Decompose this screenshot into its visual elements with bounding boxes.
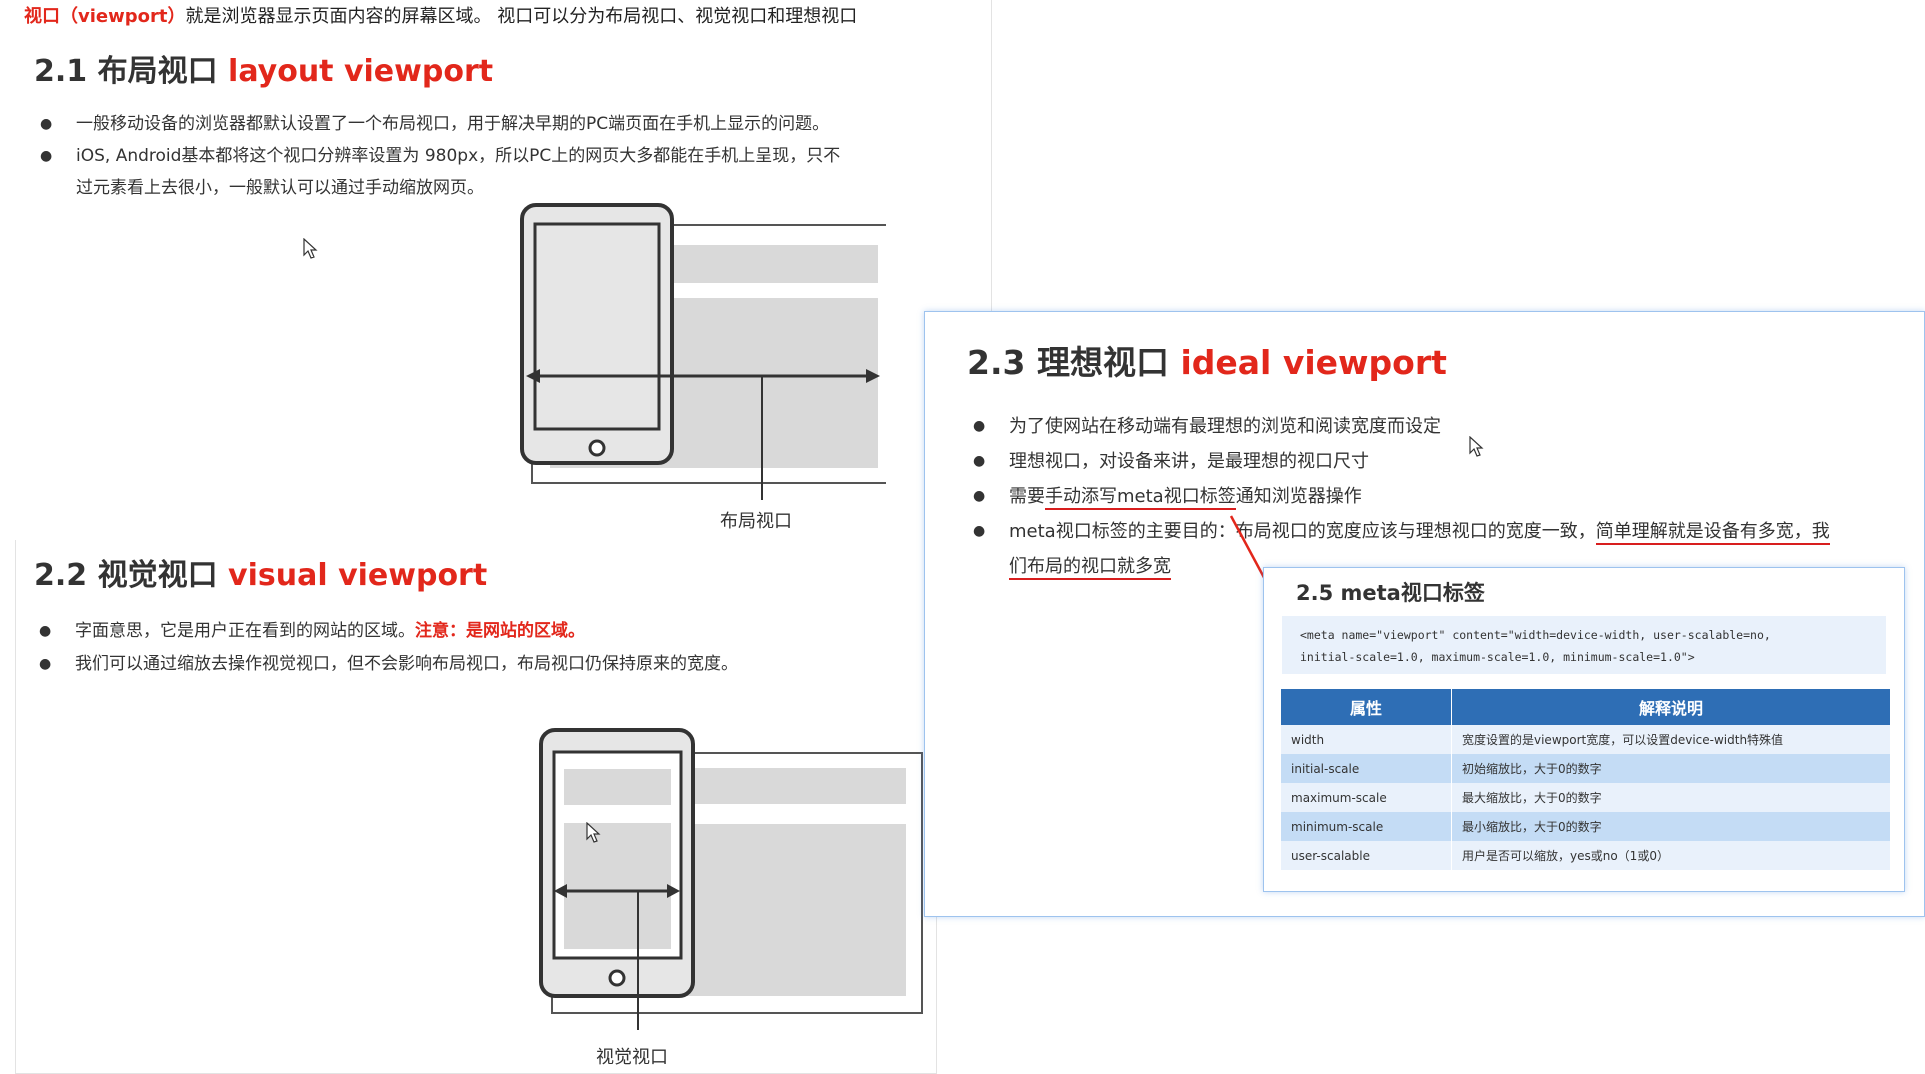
slide-layout-viewport: 视口（viewport）就是浏览器显示页面内容的屏幕区域。 视口可以分为布局视口… xyxy=(0,0,992,540)
heading-2-5: 2.5 meta视口标签 xyxy=(1296,581,1485,605)
bullet-dot-icon: ● xyxy=(973,488,986,504)
attr-name-cell: user-scalable xyxy=(1281,841,1452,870)
attr-name-cell: width xyxy=(1281,725,1452,754)
attr-name-cell: initial-scale xyxy=(1281,754,1452,783)
list-item: ● 需要手动添写meta视口标签通知浏览器操作 xyxy=(973,479,1913,514)
mouse-cursor-icon xyxy=(303,238,318,259)
visual-viewport-label: 视觉视口 xyxy=(596,1047,668,1068)
bullet-dot-icon: ● xyxy=(39,656,52,672)
heading-2-2-num: 2.2 视觉视口 xyxy=(34,558,218,593)
heading-2-2: 2.2 视觉视口 visual viewport xyxy=(34,550,487,594)
bullet-list-2-3: ● 为了使网站在移动端有最理想的浏览和阅读宽度而设定 ● 理想视口，对设备来讲，是最… xyxy=(973,409,1913,584)
list-item: ● 理想视口，对设备来讲，是最理想的视口尺寸 xyxy=(973,444,1913,479)
table-row: user-scalable 用户是否可以缩放，yes或no（1或0） xyxy=(1281,841,1891,870)
heading-2-1-en: layout viewport xyxy=(228,54,494,89)
layout-viewport-label: 布局视口 xyxy=(720,511,792,532)
mouse-cursor-icon xyxy=(586,822,601,843)
note-red: 注意：是网站的区域。 xyxy=(415,621,585,641)
code-line: initial-scale=1.0, maximum-scale=1.0, mi… xyxy=(1300,650,1695,664)
bullet-dot-icon: ● xyxy=(40,148,53,164)
table-header-cell: 解释说明 xyxy=(1451,689,1891,725)
meta-attributes-table: 属性 解释说明 width 宽度设置的是viewport宽度，可以设置devic… xyxy=(1281,689,1891,870)
attr-desc-cell: 用户是否可以缩放，yes或no（1或0） xyxy=(1451,841,1891,870)
attr-name-cell: minimum-scale xyxy=(1281,812,1452,841)
layout-viewport-diagram xyxy=(520,203,886,500)
bullet-dot-icon: ● xyxy=(40,116,53,132)
bullet-list-2-1: ● 一般移动设备的浏览器都默认设置了一个布局视口，用于解决早期的PC端页面在手机上… xyxy=(40,108,840,204)
heading-2-2-en: visual viewport xyxy=(228,558,488,593)
code-line: <meta name="viewport" content="width=dev… xyxy=(1300,628,1771,642)
bullet-dot-icon: ● xyxy=(39,623,52,639)
intro-term: 视口（viewport） xyxy=(24,6,186,27)
list-item: ● 我们可以通过缩放去操作视觉视口，但不会影响布局视口，布局视口仍保持原来的宽度。 xyxy=(39,648,738,681)
visual-viewport-diagram xyxy=(539,728,923,1030)
attr-name-cell: maximum-scale xyxy=(1281,783,1452,812)
mouse-cursor-icon xyxy=(1469,436,1484,457)
slide-visual-viewport: 2.2 视觉视口 visual viewport ● 字面意思，它是用户正在看到的… xyxy=(15,540,937,1074)
table-header-cell: 属性 xyxy=(1281,689,1452,725)
underlined-text: 简单理解就是设备有多宽，我 xyxy=(1595,521,1830,545)
bullet-dot-icon: ● xyxy=(973,523,986,539)
heading-2-1-num: 2.1 布局视口 xyxy=(34,54,218,89)
slide-meta-viewport-tag: 2.5 meta视口标签 <meta name="viewport" conte… xyxy=(1263,567,1905,892)
table-row: maximum-scale 最大缩放比，大于0的数字 xyxy=(1281,783,1891,812)
list-item: ● 为了使网站在移动端有最理想的浏览和阅读宽度而设定 xyxy=(973,409,1913,444)
heading-2-3: 2.3 理想视口 ideal viewport xyxy=(967,336,1447,384)
table-row: initial-scale 初始缩放比，大于0的数字 xyxy=(1281,754,1891,783)
heading-2-3-en: ideal viewport xyxy=(1180,343,1447,382)
table-row: minimum-scale 最小缩放比，大于0的数字 xyxy=(1281,812,1891,841)
attr-desc-cell: 宽度设置的是viewport宽度，可以设置device-width特殊值 xyxy=(1451,725,1891,754)
intro-line: 视口（viewport）就是浏览器显示页面内容的屏幕区域。 视口可以分为布局视口… xyxy=(24,2,857,28)
underlined-text: 们布局的视口就多宽 xyxy=(1009,556,1171,580)
code-snippet: <meta name="viewport" content="width=dev… xyxy=(1282,616,1886,674)
list-item: ● iOS, Android基本都将这个视口分辨率设置为 980px，所以PC上的… xyxy=(40,140,840,204)
list-item: ● 字面意思，它是用户正在看到的网站的区域。注意：是网站的区域。 xyxy=(39,615,738,648)
attr-desc-cell: 最小缩放比，大于0的数字 xyxy=(1451,812,1891,841)
attr-desc-cell: 最大缩放比，大于0的数字 xyxy=(1451,783,1891,812)
list-item: ● 一般移动设备的浏览器都默认设置了一个布局视口，用于解决早期的PC端页面在手机上… xyxy=(40,108,840,140)
intro-text: 就是浏览器显示页面内容的屏幕区域。 视口可以分为布局视口、视觉视口和理想视口 xyxy=(185,6,858,27)
bullet-dot-icon: ● xyxy=(973,453,986,469)
bullet-list-2-2: ● 字面意思，它是用户正在看到的网站的区域。注意：是网站的区域。 ● 我们可以通过缩… xyxy=(39,615,738,681)
table-row: width 宽度设置的是viewport宽度，可以设置device-width特… xyxy=(1281,725,1891,754)
table-header-row: 属性 解释说明 xyxy=(1281,689,1891,725)
heading-2-1: 2.1 布局视口 layout viewport xyxy=(34,46,493,90)
bullet-dot-icon: ● xyxy=(973,418,986,434)
attr-desc-cell: 初始缩放比，大于0的数字 xyxy=(1451,754,1891,783)
heading-2-3-num: 2.3 理想视口 xyxy=(967,343,1169,382)
underlined-text: 手动添写meta视口标签 xyxy=(1045,486,1236,510)
